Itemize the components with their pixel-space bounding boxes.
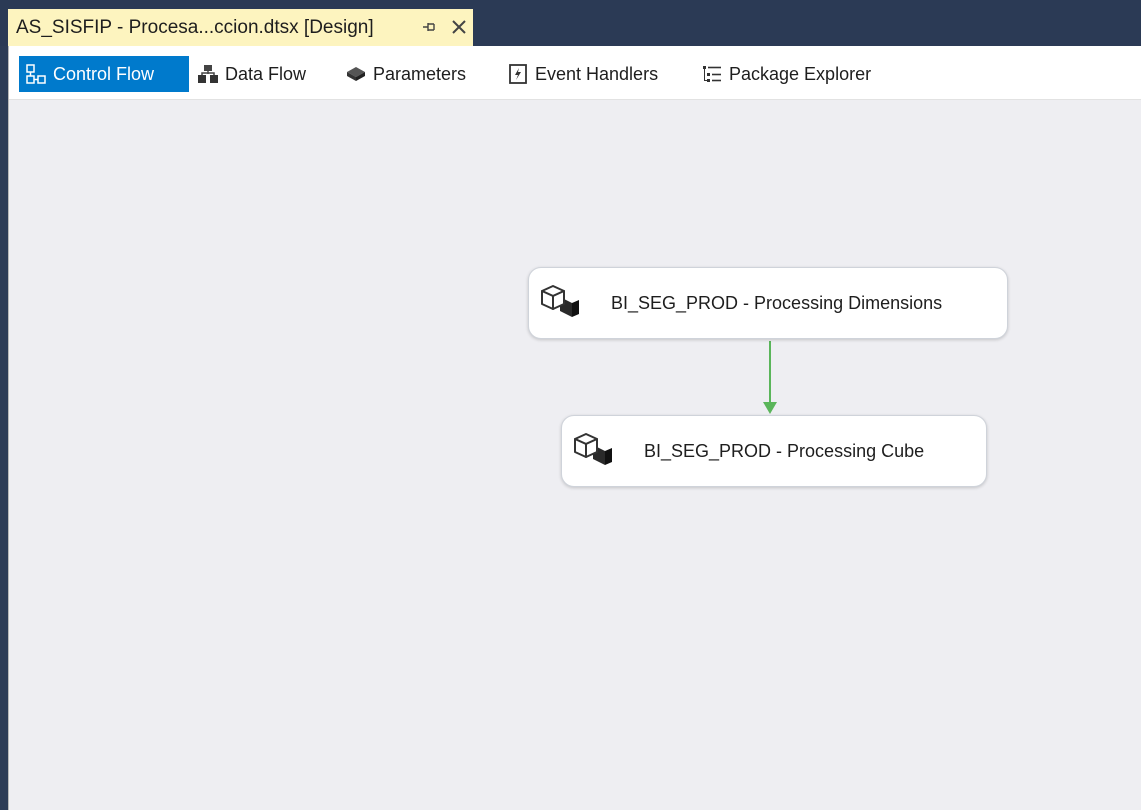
task-processing-dimensions[interactable]: BI_SEG_PROD - Processing Dimensions <box>528 267 1008 339</box>
control-flow-canvas[interactable]: BI_SEG_PROD - Processing Dimensions BI_S… <box>9 100 1141 810</box>
package-designer: Control Flow Data Flow Parameters Event … <box>8 46 1141 810</box>
document-tab-strip: AS_SISFIP - Procesa...ccion.dtsx [Design… <box>0 0 1141 46</box>
document-tab[interactable]: AS_SISFIP - Procesa...ccion.dtsx [Design… <box>8 9 473 46</box>
tab-data-flow-label: Data Flow <box>225 63 307 84</box>
tab-parameters[interactable]: Parameters <box>339 56 491 92</box>
tab-control-flow-label: Control Flow <box>53 63 155 84</box>
document-tab-title: AS_SISFIP - Procesa...ccion.dtsx [Design… <box>16 16 374 38</box>
task-label: BI_SEG_PROD - Processing Cube <box>644 440 925 461</box>
event-handlers-icon <box>507 63 529 85</box>
designer-tab-bar: Control Flow Data Flow Parameters Event … <box>9 46 1141 100</box>
parameters-icon <box>345 63 367 85</box>
control-flow-icon <box>25 63 47 85</box>
tab-control-flow[interactable]: Control Flow <box>19 56 189 92</box>
tab-event-handlers-label: Event Handlers <box>535 63 659 84</box>
tab-package-explorer[interactable]: Package Explorer <box>695 56 895 92</box>
pin-icon[interactable] <box>421 19 437 35</box>
tab-event-handlers[interactable]: Event Handlers <box>501 56 685 92</box>
tab-data-flow[interactable]: Data Flow <box>191 56 331 92</box>
task-processing-cube[interactable]: BI_SEG_PROD - Processing Cube <box>561 415 987 487</box>
tab-package-explorer-label: Package Explorer <box>729 63 872 84</box>
task-label: BI_SEG_PROD - Processing Dimensions <box>611 292 943 313</box>
package-explorer-icon <box>701 63 723 85</box>
data-flow-icon <box>197 63 219 85</box>
tab-parameters-label: Parameters <box>373 63 467 84</box>
close-icon[interactable] <box>449 17 469 37</box>
analysis-services-processing-task-icon <box>541 283 581 323</box>
analysis-services-processing-task-icon <box>574 431 614 471</box>
